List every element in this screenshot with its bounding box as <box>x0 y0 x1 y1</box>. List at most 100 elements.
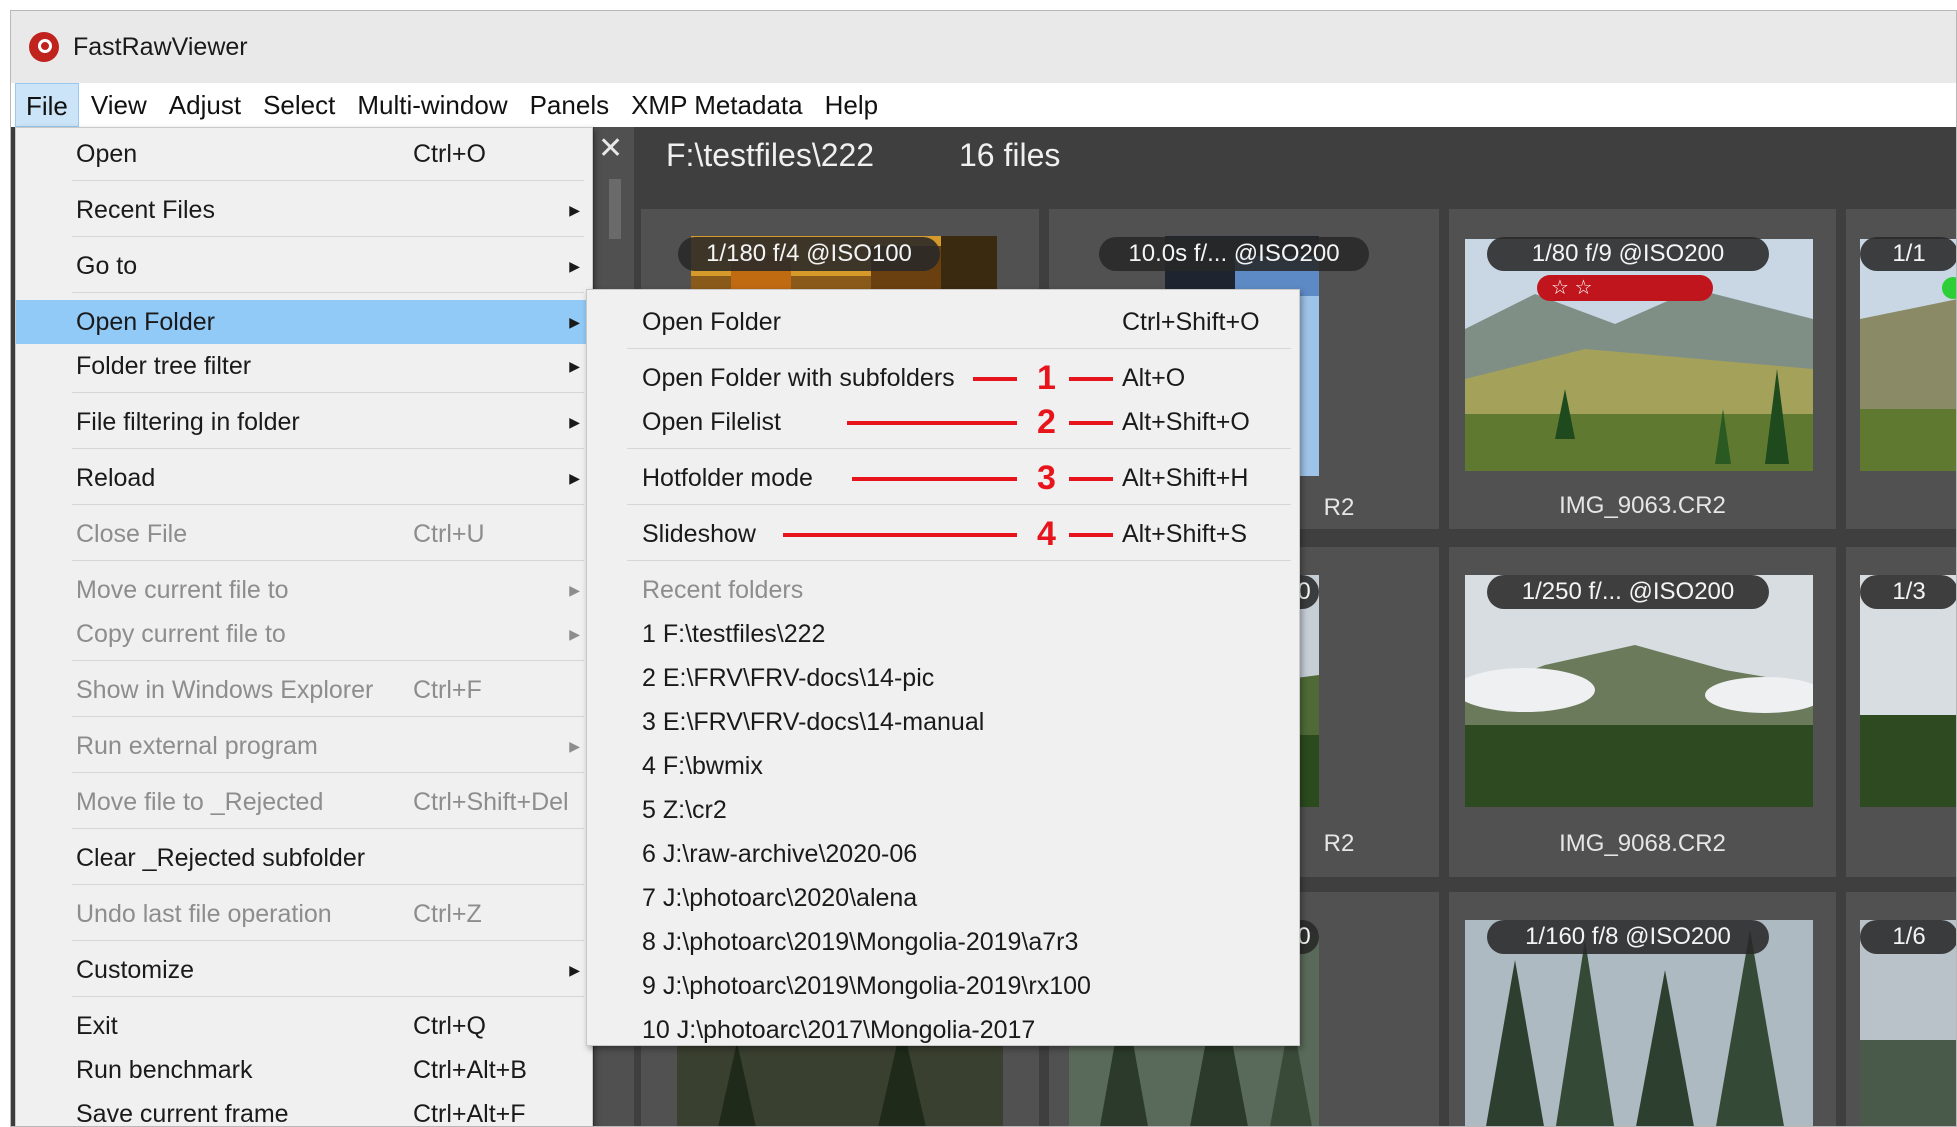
menu-item-shortcut: Ctrl+Alt+F <box>413 1100 526 1127</box>
menu-item-shortcut: Ctrl+Z <box>413 900 482 928</box>
menu-item-label: 4 F:\bwmix <box>642 752 763 780</box>
scrollbar-thumb[interactable] <box>609 179 621 239</box>
color-label-dot <box>1942 277 1956 299</box>
menu-item-label: 2 E:\FRV\FRV-docs\14-pic <box>642 664 935 692</box>
menu-separator <box>72 660 584 661</box>
menu-separator <box>72 716 584 717</box>
menu-item-label: Recent Files <box>76 196 215 224</box>
menu-select[interactable]: Select <box>253 83 345 127</box>
recent-folder-item[interactable]: 7 J:\photoarc\2020\alena <box>587 876 1299 920</box>
menu-separator <box>72 772 584 773</box>
annotation-line <box>852 477 1017 481</box>
menu-item-label: Go to <box>76 252 138 280</box>
menu-item-label: Clear _Rejected subfolder <box>76 844 366 872</box>
annotation-line <box>1069 377 1113 381</box>
thumbnail-tile[interactable]: 1/80 f/9 @ISO200 ☆ ☆ IMG_9063.CR2 <box>1449 209 1836 529</box>
menu-item-shortcut: Ctrl+F <box>413 676 482 704</box>
exif-badge: 1/80 f/9 @ISO200 <box>1487 237 1769 271</box>
annotation-number: 3 <box>1037 459 1056 497</box>
menu-item-file-filtering[interactable]: File filtering in folder ▶ <box>16 400 592 444</box>
menu-file[interactable]: File <box>15 83 79 127</box>
menu-item-shortcut: Alt+Shift+H <box>1122 464 1249 492</box>
menu-bar: File View Adjust Select Multi-window Pan… <box>11 83 1956 127</box>
submenu-arrow-icon: ▶ <box>569 414 580 430</box>
menu-item-folder-tree-filter[interactable]: Folder tree filter ▶ <box>16 344 592 388</box>
menu-item-go-to[interactable]: Go to ▶ <box>16 244 592 288</box>
rating-bar: ☆ ☆ <box>1537 275 1713 301</box>
menu-item-label: 7 J:\photoarc\2020\alena <box>642 884 918 912</box>
menu-item-label: Folder tree filter <box>76 352 252 380</box>
menu-separator <box>72 292 584 293</box>
menu-item-customize[interactable]: Customize ▶ <box>16 948 592 992</box>
menu-item-shortcut: Alt+Shift+O <box>1122 408 1250 436</box>
recent-folder-item[interactable]: 3 E:\FRV\FRV-docs\14-manual <box>587 700 1299 744</box>
menu-adjust[interactable]: Adjust <box>159 83 251 127</box>
thumbnail-tile[interactable]: 1/6 <box>1846 892 1956 1126</box>
submenu-item-open-folder[interactable]: Open Folder Ctrl+Shift+O <box>587 300 1299 344</box>
menu-help[interactable]: Help <box>815 83 888 127</box>
annotation-line <box>1069 533 1113 537</box>
submenu-arrow-icon: ▶ <box>569 738 580 754</box>
submenu-item-open-folder-with-subfolders[interactable]: Open Folder with subfolders Alt+O <box>587 356 1299 400</box>
menu-item-label: 9 J:\photoarc\2019\Mongolia-2019\rx100 <box>642 972 1091 1000</box>
recent-folder-item[interactable]: 4 F:\bwmix <box>587 744 1299 788</box>
menu-separator <box>627 504 1291 505</box>
recent-folder-item[interactable]: 1 F:\testfiles\222 <box>587 612 1299 656</box>
annotation-line <box>1069 421 1113 425</box>
annotation-line <box>783 533 1017 537</box>
menu-view[interactable]: View <box>81 83 157 127</box>
exif-badge: 1/180 f/4 @ISO100 <box>678 237 940 271</box>
menu-item-undo-file-operation: Undo last file operation Ctrl+Z <box>16 892 592 936</box>
menu-item-recent-files[interactable]: Recent Files ▶ <box>16 188 592 232</box>
folder-path: F:\testfiles\222 <box>666 137 875 173</box>
menu-item-label: 5 Z:\cr2 <box>642 796 727 824</box>
thumbnail-tile[interactable]: 1/160 f/8 @ISO200 <box>1449 892 1836 1126</box>
menu-item-save-current-frame[interactable]: Save current frame Ctrl+Alt+F <box>16 1092 592 1127</box>
recent-folder-item[interactable]: 6 J:\raw-archive\2020-06 <box>587 832 1299 876</box>
menu-panels[interactable]: Panels <box>520 83 620 127</box>
menu-separator <box>627 348 1291 349</box>
menu-item-exit[interactable]: Exit Ctrl+Q <box>16 1004 592 1048</box>
menu-item-label: 3 E:\FRV\FRV-docs\14-manual <box>642 708 985 736</box>
menu-item-move-to-rejected: Move file to _Rejected Ctrl+Shift+Del <box>16 780 592 824</box>
thumbnail-image <box>1465 239 1813 471</box>
recent-folder-item[interactable]: 2 E:\FRV\FRV-docs\14-pic <box>587 656 1299 700</box>
submenu-arrow-icon: ▶ <box>569 626 580 642</box>
menu-item-show-in-explorer: Show in Windows Explorer Ctrl+F <box>16 668 592 712</box>
submenu-arrow-icon: ▶ <box>569 582 580 598</box>
menu-separator <box>627 448 1291 449</box>
menu-item-shortcut: Ctrl+Alt+B <box>413 1056 527 1084</box>
menu-item-reload[interactable]: Reload ▶ <box>16 456 592 500</box>
menu-multi-window[interactable]: Multi-window <box>347 83 517 127</box>
file-menu: Open Ctrl+O Recent Files ▶ Go to ▶ Open Fol… <box>15 127 593 1127</box>
menu-xmp-metadata[interactable]: XMP Metadata <box>621 83 813 127</box>
file-name: R2 <box>1323 830 1355 857</box>
menu-item-open[interactable]: Open Ctrl+O <box>16 132 592 176</box>
title-bar: FastRawViewer <box>11 11 1956 83</box>
menu-item-label: Save current frame <box>76 1100 289 1127</box>
menu-item-shortcut: Ctrl+Q <box>413 1012 486 1040</box>
fastrawviewer-logo-icon <box>29 32 59 62</box>
menu-item-label: Exit <box>76 1012 118 1040</box>
thumbnail-tile[interactable]: 1/1 <box>1846 209 1956 529</box>
menu-item-run-external-program: Run external program ▶ <box>16 724 592 768</box>
thumbnail-tile[interactable]: 1/3 <box>1846 547 1956 877</box>
recent-folder-item[interactable]: 5 Z:\cr2 <box>587 788 1299 832</box>
file-name: IMG_9068.CR2 <box>1559 830 1726 857</box>
recent-folder-item[interactable]: 8 J:\photoarc\2019\Mongolia-2019\a7r3 <box>587 920 1299 964</box>
menu-item-shortcut: Ctrl+Shift+Del <box>413 788 569 816</box>
close-panel-icon[interactable]: ✕ <box>598 131 623 166</box>
exif-badge: 10.0s f/... @ISO200 <box>1099 237 1369 271</box>
recent-folder-item[interactable]: 9 J:\photoarc\2019\Mongolia-2019\rx100 <box>587 964 1299 1008</box>
recent-folder-item[interactable]: 10 J:\photoarc\2017\Mongolia-2017 <box>587 1008 1299 1052</box>
menu-item-label: Copy current file to <box>76 620 286 648</box>
menu-item-label: Reload <box>76 464 156 492</box>
annotation-number: 4 <box>1037 515 1056 553</box>
menu-item-run-benchmark[interactable]: Run benchmark Ctrl+Alt+B <box>16 1048 592 1092</box>
menu-item-label: Open Folder with subfolders <box>642 364 955 392</box>
menu-item-label: 10 J:\photoarc\2017\Mongolia-2017 <box>642 1016 1036 1044</box>
thumbnail-tile[interactable]: 1/250 f/... @ISO200 IMG_9068.CR2 <box>1449 547 1836 877</box>
menu-item-open-folder[interactable]: Open Folder ▶ <box>16 300 592 344</box>
menu-separator <box>72 940 584 941</box>
menu-item-clear-rejected[interactable]: Clear _Rejected subfolder <box>16 836 592 880</box>
